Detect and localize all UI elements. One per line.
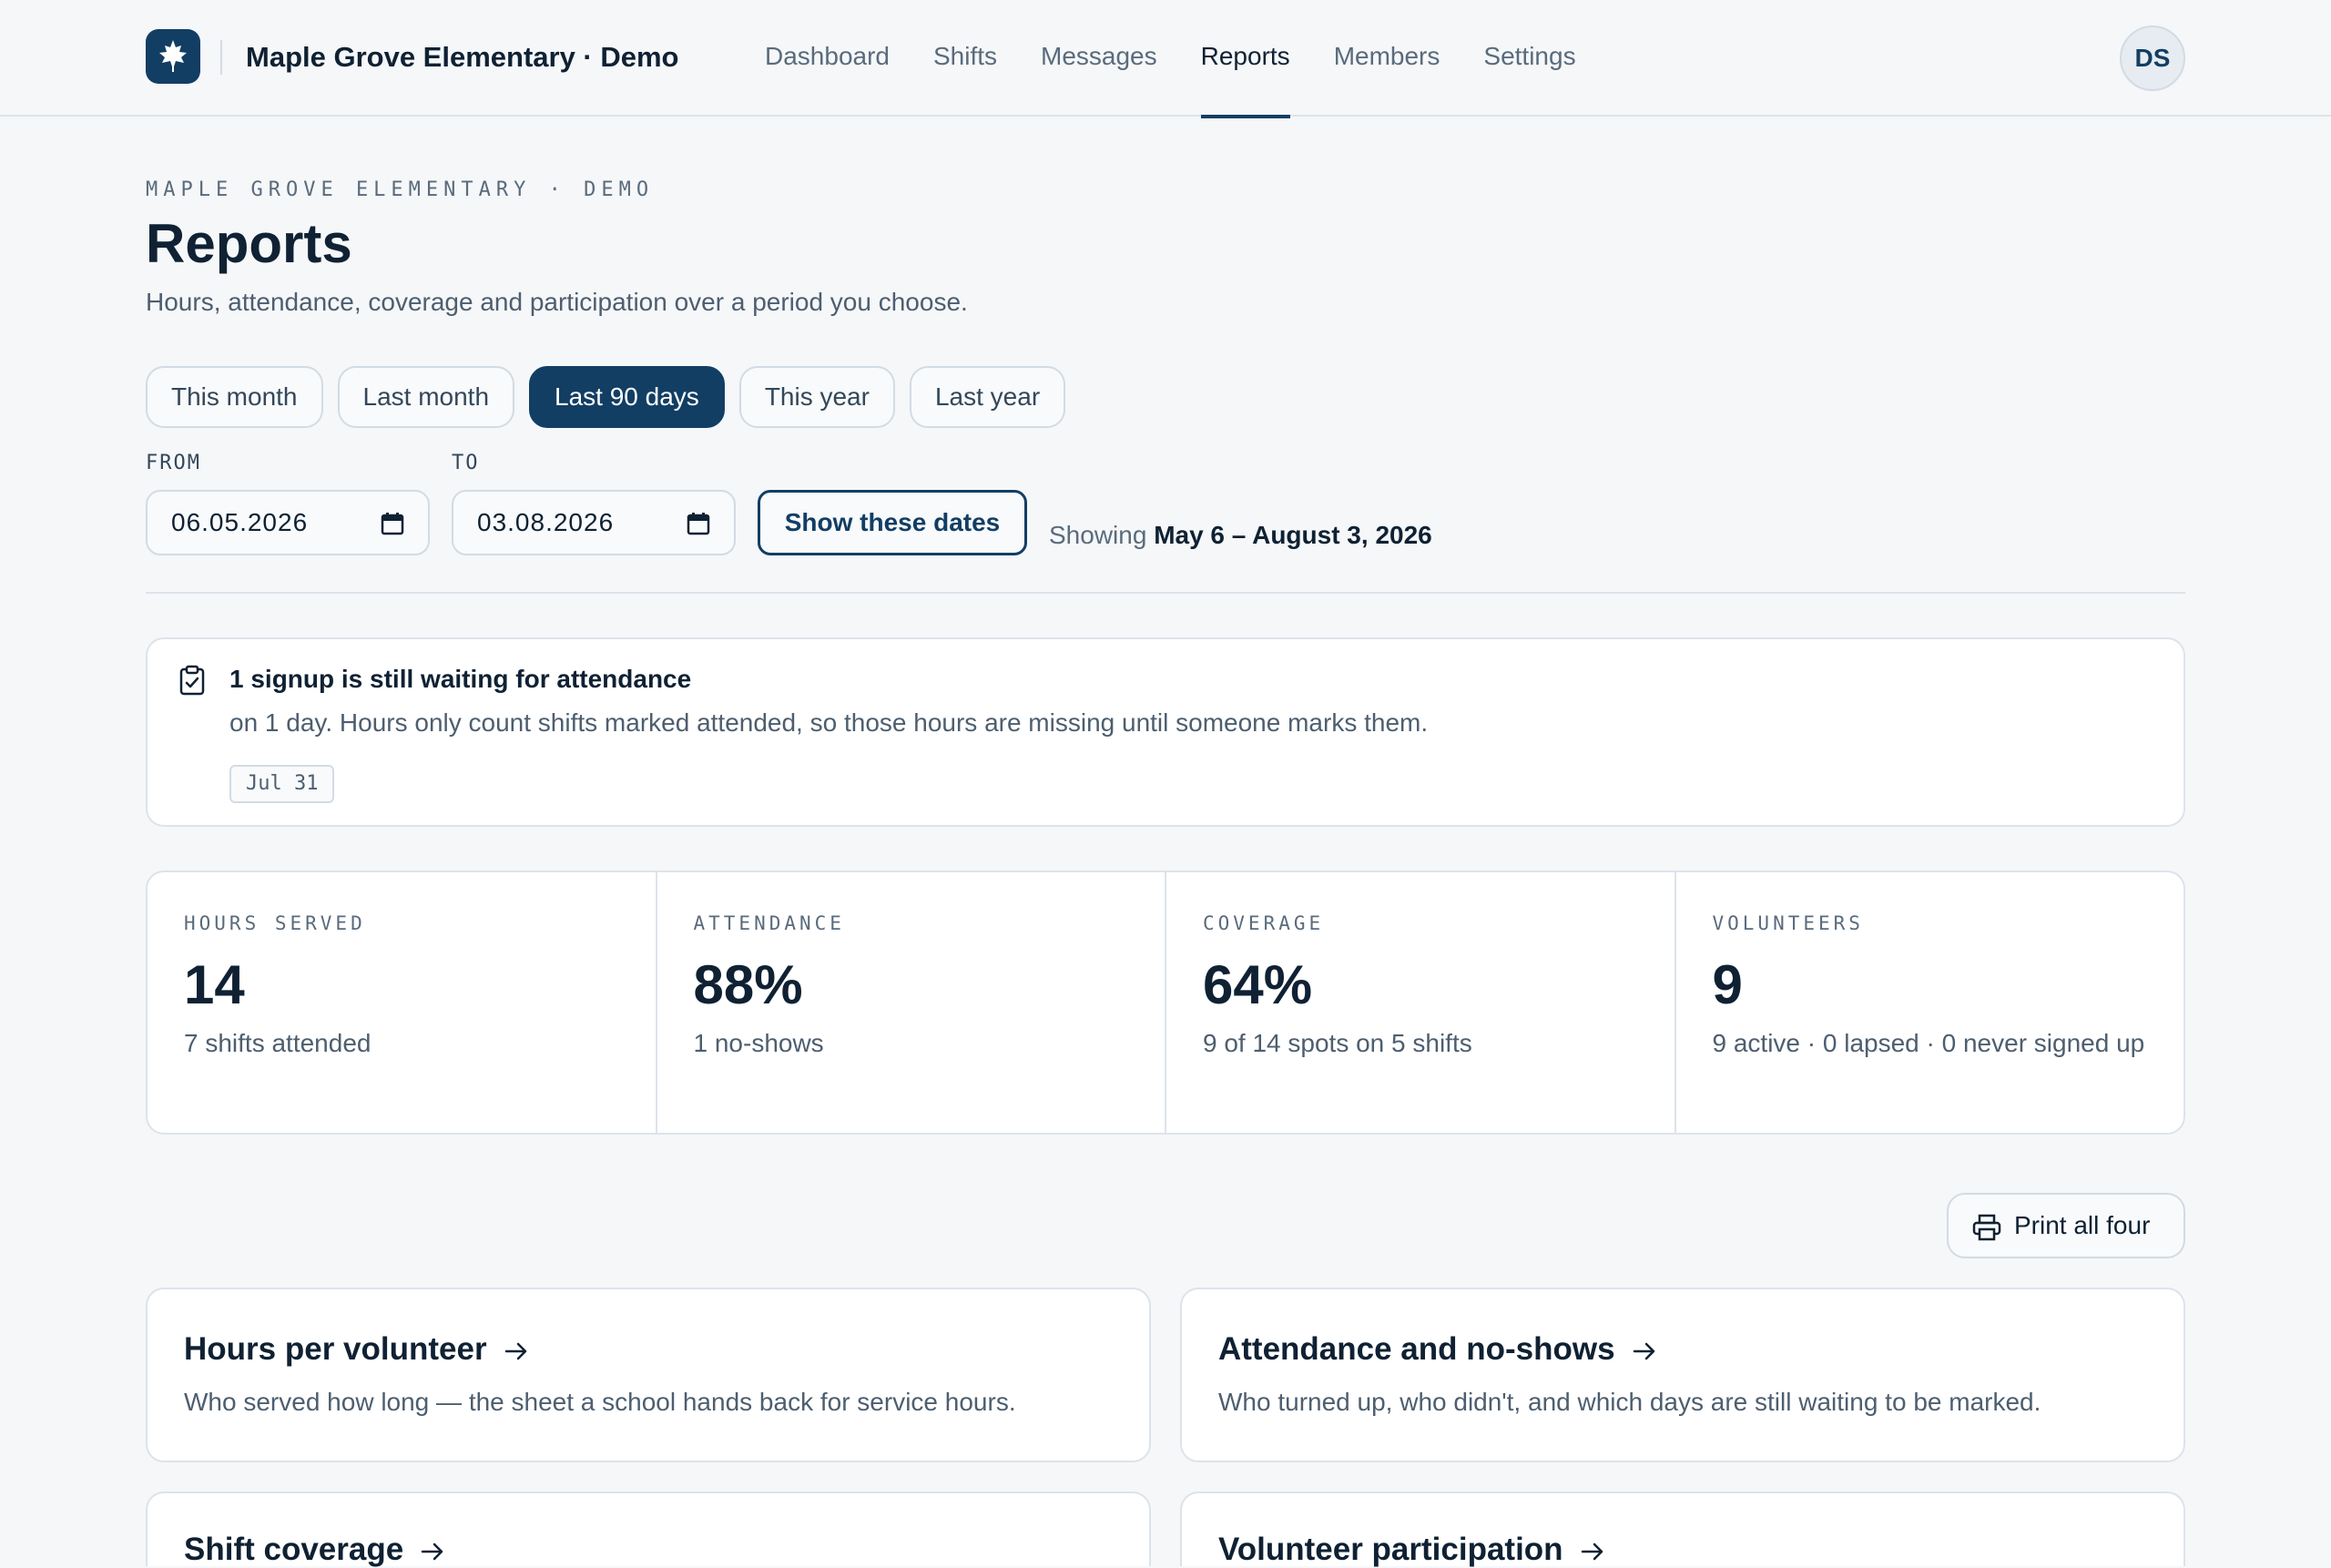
stat-detail: 1 no-shows bbox=[693, 1029, 824, 1057]
app-name[interactable]: Maple Grove Elementary · Demo bbox=[246, 40, 679, 75]
maple-leaf-icon[interactable] bbox=[146, 29, 200, 84]
section-divider bbox=[146, 592, 2185, 594]
pending-date-chip[interactable]: Jul 31 bbox=[229, 765, 335, 803]
page-title: Reports bbox=[146, 213, 352, 274]
report-card-title: Hours per volunteer bbox=[184, 1331, 529, 1368]
to-label: TO bbox=[452, 452, 480, 474]
nav-shifts[interactable]: Shifts bbox=[933, 0, 997, 117]
preset-this-year[interactable]: This year bbox=[738, 366, 895, 428]
report-title-text: Attendance and no-shows bbox=[1218, 1331, 1615, 1367]
print-all-button[interactable]: Print all four bbox=[1947, 1193, 2185, 1258]
stat-detail: 7 shifts attended bbox=[184, 1029, 372, 1057]
user-avatar[interactable]: DS bbox=[2120, 25, 2185, 91]
range-presets: This month Last month Last 90 days This … bbox=[146, 366, 1080, 428]
report-title-text: Hours per volunteer bbox=[184, 1331, 487, 1367]
arrow-right-icon bbox=[421, 1543, 443, 1560]
arrow-right-icon bbox=[1581, 1543, 1603, 1560]
from-date-value: 06.05.2026 bbox=[171, 508, 309, 536]
showing-value: May 6 – August 3, 2026 bbox=[1154, 521, 1432, 549]
preset-last-90-days[interactable]: Last 90 days bbox=[529, 366, 725, 428]
stat-detail: 9 active · 0 lapsed · 0 never signed up bbox=[1712, 1029, 2145, 1057]
attendance-notice: 1 signup is still waiting for attendance… bbox=[146, 637, 2185, 827]
report-card-description: Who turned up, who didn't, and which day… bbox=[1218, 1388, 2041, 1416]
stat-value: 9 bbox=[1712, 954, 1743, 1015]
showing-prefix: Showing bbox=[1049, 521, 1147, 549]
report-title-text: Volunteer participation bbox=[1218, 1532, 1563, 1567]
notice-text: on 1 day. Hours only count shifts marked… bbox=[229, 708, 1429, 737]
stat-attendance: ATTENDANCE 88% 1 no-shows bbox=[657, 872, 1166, 1133]
report-card-participation[interactable]: Volunteer participation bbox=[1180, 1492, 2185, 1568]
report-card-hours[interactable]: Hours per volunteer Who served how long … bbox=[146, 1288, 1151, 1462]
stat-value: 14 bbox=[184, 954, 245, 1015]
show-dates-button[interactable]: Show these dates bbox=[758, 490, 1027, 555]
report-card-description: Who served how long — the sheet a school… bbox=[184, 1388, 1016, 1416]
page-eyebrow: MAPLE GROVE ELEMENTARY · DEMO bbox=[146, 178, 655, 201]
report-card-title: Volunteer participation bbox=[1218, 1532, 1605, 1568]
page-subtitle: Hours, attendance, coverage and particip… bbox=[146, 288, 968, 316]
stat-hours-served: HOURS SERVED 14 7 shifts attended bbox=[148, 872, 657, 1133]
nav-messages[interactable]: Messages bbox=[1041, 0, 1157, 117]
report-card-title: Attendance and no-shows bbox=[1218, 1331, 1657, 1368]
showing-range: Showing May 6 – August 3, 2026 bbox=[1049, 521, 1432, 550]
stat-value: 88% bbox=[693, 954, 803, 1015]
report-card-attendance[interactable]: Attendance and no-shows Who turned up, w… bbox=[1180, 1288, 2185, 1462]
stat-detail: 9 of 14 spots on 5 shifts bbox=[1203, 1029, 1472, 1057]
nav-reports[interactable]: Reports bbox=[1200, 0, 1290, 118]
nav-settings[interactable]: Settings bbox=[1483, 0, 1575, 117]
arrow-right-icon bbox=[1633, 1342, 1654, 1359]
report-title-text: Shift coverage bbox=[184, 1532, 404, 1567]
report-card-title: Shift coverage bbox=[184, 1532, 445, 1568]
calendar-icon[interactable] bbox=[687, 512, 710, 535]
stat-label: COVERAGE bbox=[1203, 912, 1325, 934]
preset-this-month[interactable]: This month bbox=[146, 366, 323, 428]
calendar-icon[interactable] bbox=[381, 512, 404, 535]
stat-label: VOLUNTEERS bbox=[1712, 912, 1864, 934]
to-date-input[interactable]: 03.08.2026 bbox=[452, 490, 736, 555]
print-label: Print all four bbox=[2014, 1211, 2151, 1239]
stat-label: ATTENDANCE bbox=[693, 912, 845, 934]
to-date-value: 03.08.2026 bbox=[477, 508, 615, 536]
stats-summary: HOURS SERVED 14 7 shifts attended ATTEND… bbox=[146, 871, 2185, 1135]
preset-last-year[interactable]: Last year bbox=[909, 366, 1066, 428]
stat-value: 64% bbox=[1203, 954, 1313, 1015]
top-bar: Maple Grove Elementary · Demo Dashboard … bbox=[0, 0, 2331, 118]
nav-members[interactable]: Members bbox=[1334, 0, 1440, 117]
stat-label: HOURS SERVED bbox=[184, 912, 366, 934]
report-card-coverage[interactable]: Shift coverage bbox=[146, 1492, 1151, 1568]
printer-icon bbox=[1972, 1214, 2001, 1241]
stat-coverage: COVERAGE 64% 9 of 14 spots on 5 shifts bbox=[1166, 872, 1676, 1133]
preset-last-month[interactable]: Last month bbox=[337, 366, 515, 428]
main-nav: Dashboard Shifts Messages Reports Member… bbox=[765, 0, 1620, 118]
from-date-input[interactable]: 06.05.2026 bbox=[146, 490, 430, 555]
notice-title: 1 signup is still waiting for attendance bbox=[229, 665, 692, 693]
clipboard-check-icon bbox=[179, 665, 205, 696]
brand-divider bbox=[220, 40, 222, 75]
arrow-right-icon bbox=[504, 1342, 526, 1359]
from-label: FROM bbox=[146, 452, 201, 474]
nav-dashboard[interactable]: Dashboard bbox=[765, 0, 890, 117]
stat-volunteers: VOLUNTEERS 9 9 active · 0 lapsed · 0 nev… bbox=[1676, 872, 2184, 1133]
